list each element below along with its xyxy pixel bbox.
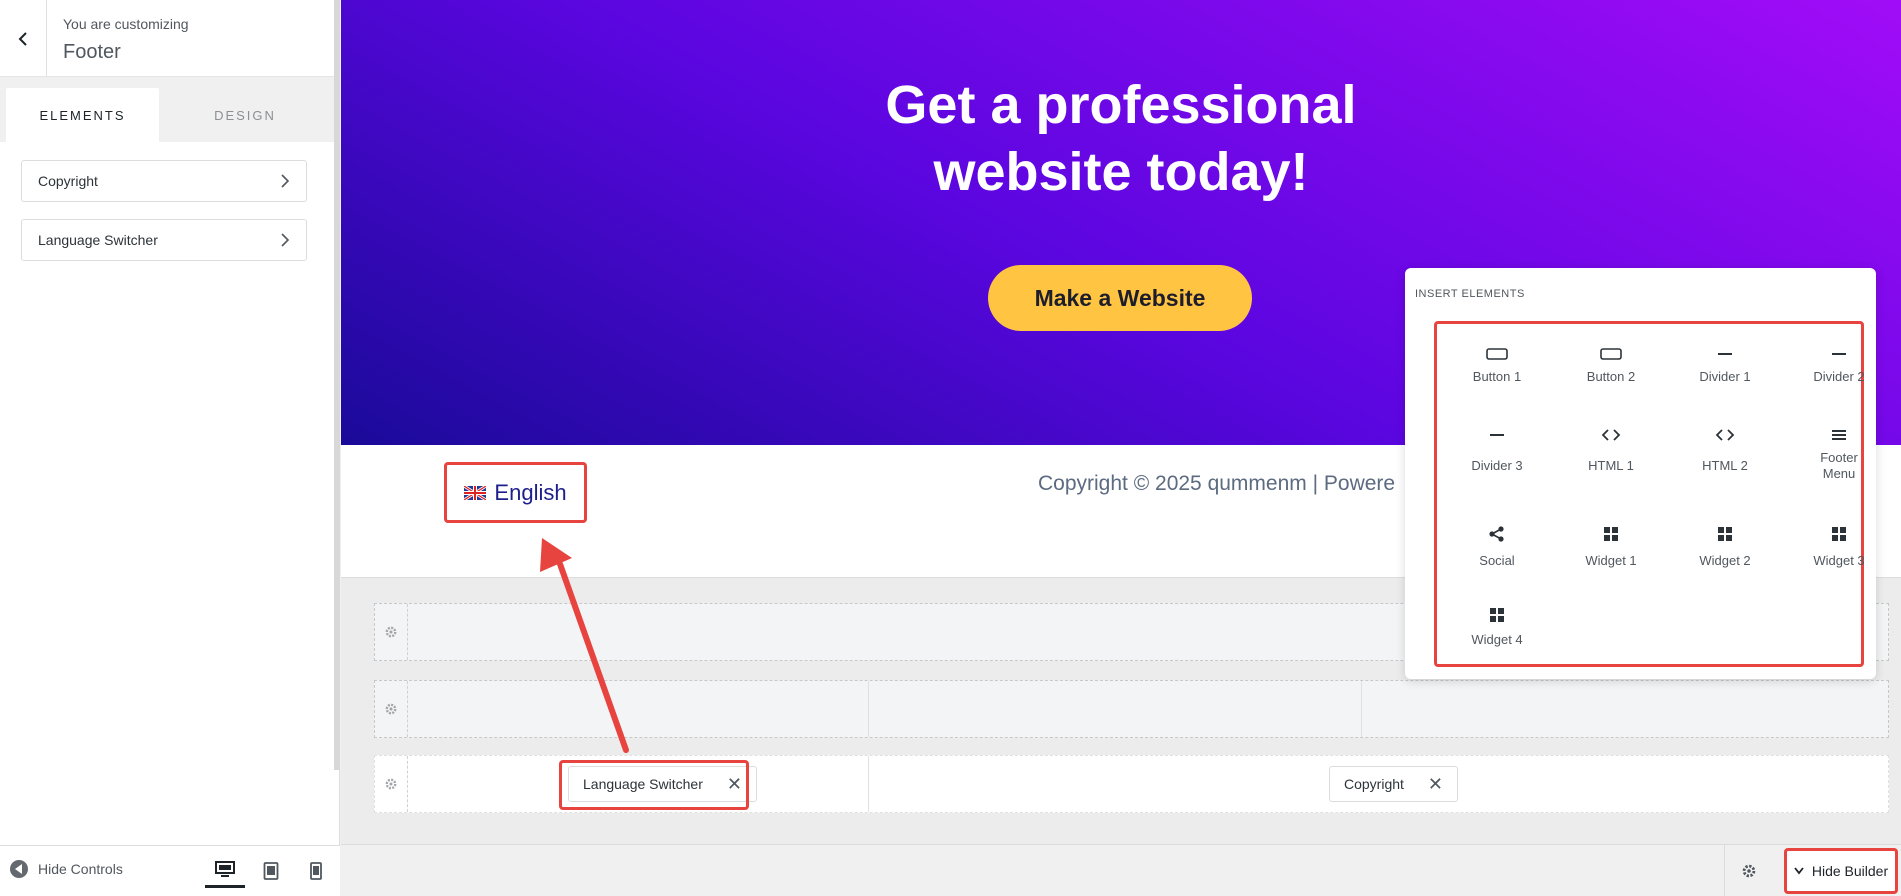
element-label: Widget 1 — [1585, 553, 1637, 568]
column-divider — [868, 681, 869, 737]
sidebar-footer: Hide Controls — [0, 845, 340, 896]
element-button-1[interactable]: Button 1 — [1440, 343, 1554, 385]
widget-icon — [1718, 527, 1732, 541]
remove-icon[interactable]: ✕ — [1428, 774, 1443, 795]
sidebar-tabs: ELEMENTS DESIGN — [0, 77, 334, 142]
button-icon — [1600, 348, 1622, 360]
insert-elements-panel: INSERT ELEMENTS Button 1 Button 2 Divide… — [1405, 268, 1876, 679]
device-mobile-button[interactable] — [296, 854, 336, 888]
chip-copyright[interactable]: Copyright ✕ — [1329, 766, 1459, 802]
element-label: Divider 3 — [1471, 458, 1523, 473]
menu-icon — [1832, 430, 1846, 440]
hero-title-line-2: website today! — [933, 142, 1309, 202]
hero-title-line-1: Get a professional — [885, 75, 1357, 135]
customizer-sidebar: You are customizing Footer ELEMENTS DESI… — [0, 0, 340, 896]
hide-builder-button[interactable]: Hide Builder — [1784, 848, 1898, 894]
widget-icon — [1832, 527, 1846, 541]
insert-elements-title: INSERT ELEMENTS — [1415, 288, 1525, 300]
panel-item-label: Language Switcher — [38, 232, 158, 248]
element-label: Widget 4 — [1471, 632, 1523, 647]
remove-icon[interactable]: ✕ — [727, 774, 742, 795]
gear-icon — [385, 778, 397, 790]
hide-controls-button[interactable]: Hide Controls — [10, 860, 123, 878]
share-icon — [1489, 526, 1504, 542]
mobile-icon — [310, 862, 322, 880]
tablet-icon — [263, 862, 279, 880]
panel-item-copyright[interactable]: Copyright — [21, 160, 307, 202]
builder-settings-button[interactable] — [1724, 845, 1772, 896]
element-divider-2[interactable]: Divider 2 — [1782, 343, 1896, 385]
divider-icon — [1490, 434, 1504, 436]
sidebar-header: You are customizing Footer — [0, 0, 334, 77]
back-button[interactable] — [0, 0, 47, 77]
tab-design[interactable]: DESIGN — [165, 88, 325, 142]
chip-label: Language Switcher — [583, 776, 703, 792]
customizing-label: You are customizing — [63, 16, 189, 32]
uk-flag-icon — [464, 485, 487, 500]
column-divider — [1361, 681, 1362, 737]
chip-label: Copyright — [1344, 776, 1404, 792]
hero-title: Get a professional website today! — [341, 72, 1901, 206]
panel-item-language-switcher[interactable]: Language Switcher — [21, 219, 307, 261]
element-divider-3[interactable]: Divider 3 — [1440, 424, 1554, 474]
section-title: Footer — [63, 41, 121, 63]
builder-row-main[interactable] — [374, 680, 1889, 738]
panel-item-label: Copyright — [38, 173, 98, 189]
button-icon — [1486, 348, 1508, 360]
element-widget-3[interactable]: Widget 3 — [1782, 523, 1896, 569]
element-social[interactable]: Social — [1440, 523, 1554, 569]
code-icon — [1601, 429, 1621, 441]
sidebar-scrollbar[interactable] — [334, 0, 340, 770]
collapse-icon — [10, 860, 28, 878]
widget-icon — [1490, 608, 1504, 622]
element-divider-1[interactable]: Divider 1 — [1668, 343, 1782, 385]
builder-row-bottom[interactable]: Language Switcher ✕ Copyright ✕ — [374, 755, 1889, 813]
element-label: Social — [1479, 553, 1515, 568]
element-label: Divider 2 — [1813, 369, 1865, 384]
desktop-icon — [215, 860, 235, 877]
column-divider — [868, 756, 869, 812]
element-label: Divider 1 — [1699, 369, 1751, 384]
copyright-text: Copyright © 2025 qummenm | Powere — [1038, 472, 1396, 495]
hide-controls-label: Hide Controls — [38, 861, 123, 877]
hide-builder-label: Hide Builder — [1811, 863, 1889, 879]
element-label: HTML 2 — [1702, 458, 1748, 473]
chip-language-switcher[interactable]: Language Switcher ✕ — [568, 766, 757, 802]
element-label: Widget 2 — [1699, 553, 1751, 568]
tab-elements[interactable]: ELEMENTS — [6, 88, 159, 142]
element-label: Button 1 — [1472, 369, 1522, 384]
row-settings-button[interactable] — [375, 681, 408, 737]
element-widget-4[interactable]: Widget 4 — [1440, 604, 1554, 648]
language-switcher[interactable]: English — [444, 462, 587, 523]
chevron-left-icon — [18, 31, 27, 46]
element-label: HTML 1 — [1588, 458, 1634, 473]
element-button-2[interactable]: Button 2 — [1554, 343, 1668, 385]
device-tablet-button[interactable] — [251, 854, 291, 888]
element-widget-1[interactable]: Widget 1 — [1554, 523, 1668, 569]
element-widget-2[interactable]: Widget 2 — [1668, 523, 1782, 569]
make-website-button[interactable]: Make a Website — [988, 265, 1252, 331]
chevron-right-icon — [281, 174, 290, 188]
element-label: Widget 3 — [1813, 553, 1865, 568]
element-html-1[interactable]: HTML 1 — [1554, 424, 1668, 474]
divider-icon — [1832, 353, 1846, 355]
language-label: English — [494, 479, 567, 505]
divider-icon — [1718, 353, 1732, 355]
code-icon — [1715, 429, 1735, 441]
device-desktop-button[interactable] — [205, 854, 245, 888]
chevron-right-icon — [281, 233, 290, 247]
builder-footer: Hide Builder — [341, 844, 1901, 896]
element-html-2[interactable]: HTML 2 — [1668, 424, 1782, 474]
row-settings-button[interactable] — [375, 604, 408, 660]
widget-icon — [1604, 527, 1618, 541]
gear-icon — [385, 626, 397, 638]
chevron-down-icon — [1794, 867, 1804, 875]
gear-icon — [385, 703, 397, 715]
element-label: Footer Menu — [1820, 450, 1858, 481]
row-settings-button[interactable] — [375, 756, 408, 812]
element-label: Button 2 — [1586, 369, 1636, 384]
gear-icon — [1742, 864, 1755, 878]
element-footer-menu[interactable]: Footer Menu — [1782, 424, 1896, 482]
